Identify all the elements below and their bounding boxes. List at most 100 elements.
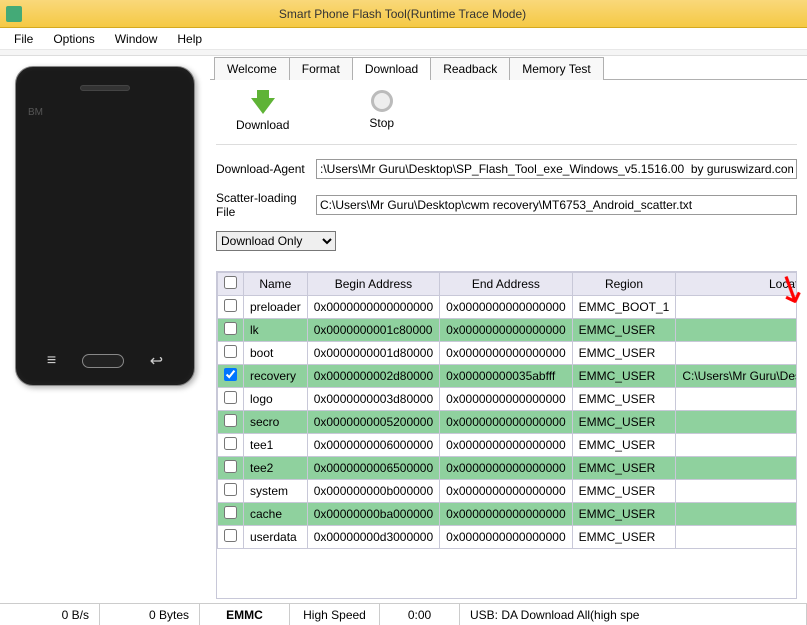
- cell-location: [676, 319, 797, 342]
- table-row[interactable]: boot0x0000000001d800000x0000000000000000…: [218, 342, 798, 365]
- cell-region: EMMC_USER: [572, 365, 676, 388]
- scatter-file-input[interactable]: [316, 195, 797, 215]
- col-begin[interactable]: Begin Address: [307, 273, 439, 296]
- download-arrow-icon: [251, 90, 275, 114]
- table-row[interactable]: tee20x00000000065000000x0000000000000000…: [218, 457, 798, 480]
- cell-region: EMMC_USER: [572, 342, 676, 365]
- window-titlebar: Smart Phone Flash Tool(Runtime Trace Mod…: [0, 0, 807, 28]
- cell-end: 0x00000000035abfff: [440, 365, 572, 388]
- row-checkbox[interactable]: [224, 506, 237, 519]
- row-checkbox[interactable]: [224, 437, 237, 450]
- cell-location: [676, 411, 797, 434]
- stop-icon: [371, 90, 393, 112]
- menu-help[interactable]: Help: [167, 29, 212, 49]
- tab-download[interactable]: Download: [352, 57, 431, 80]
- phone-home-button: [82, 354, 124, 368]
- cell-name: recovery: [244, 365, 308, 388]
- stop-button-label: Stop: [369, 116, 394, 130]
- cell-end: 0x0000000000000000: [440, 411, 572, 434]
- cell-location: [676, 434, 797, 457]
- table-row[interactable]: tee10x00000000060000000x0000000000000000…: [218, 434, 798, 457]
- tab-readback[interactable]: Readback: [430, 57, 510, 80]
- row-checkbox[interactable]: [224, 322, 237, 335]
- cell-begin: 0x0000000006500000: [307, 457, 439, 480]
- row-checkbox[interactable]: [224, 483, 237, 496]
- app-icon: [6, 6, 22, 22]
- status-bar: 0 B/s 0 Bytes EMMC High Speed 0:00 USB: …: [0, 603, 807, 625]
- col-end[interactable]: End Address: [440, 273, 572, 296]
- menu-options[interactable]: Options: [43, 29, 104, 49]
- table-row[interactable]: cache0x00000000ba0000000x000000000000000…: [218, 503, 798, 526]
- row-checkbox[interactable]: [224, 460, 237, 473]
- status-bytes: 0 Bytes: [100, 604, 200, 625]
- scatter-file-label: Scatter-loading File: [216, 191, 316, 219]
- cell-name: boot: [244, 342, 308, 365]
- download-button[interactable]: Download: [236, 90, 289, 132]
- table-row[interactable]: lk0x0000000001c800000x0000000000000000EM…: [218, 319, 798, 342]
- row-checkbox[interactable]: [224, 345, 237, 358]
- tab-welcome[interactable]: Welcome: [214, 57, 290, 80]
- phone-menu-icon: ≡: [47, 352, 56, 370]
- cell-location: [676, 388, 797, 411]
- tab-format[interactable]: Format: [289, 57, 353, 80]
- cell-end: 0x0000000000000000: [440, 319, 572, 342]
- row-checkbox[interactable]: [224, 391, 237, 404]
- cell-begin: 0x0000000003d80000: [307, 388, 439, 411]
- stop-button[interactable]: Stop: [369, 90, 394, 132]
- cell-end: 0x0000000000000000: [440, 457, 572, 480]
- cell-begin: 0x0000000001d80000: [307, 342, 439, 365]
- download-button-label: Download: [236, 118, 289, 132]
- cell-end: 0x0000000000000000: [440, 434, 572, 457]
- cell-region: EMMC_USER: [572, 526, 676, 549]
- table-row[interactable]: recovery0x0000000002d800000x00000000035a…: [218, 365, 798, 388]
- cell-name: logo: [244, 388, 308, 411]
- col-region[interactable]: Region: [572, 273, 676, 296]
- table-row[interactable]: secro0x00000000052000000x000000000000000…: [218, 411, 798, 434]
- row-checkbox[interactable]: [224, 299, 237, 312]
- cell-name: tee1: [244, 434, 308, 457]
- table-row[interactable]: logo0x0000000003d800000x0000000000000000…: [218, 388, 798, 411]
- download-agent-input[interactable]: [316, 159, 797, 179]
- cell-location: [676, 526, 797, 549]
- cell-end: 0x0000000000000000: [440, 526, 572, 549]
- cell-location: C:\Users\Mr Guru\Desktop\cwm recovery: [676, 365, 797, 388]
- row-checkbox[interactable]: [224, 529, 237, 542]
- table-row[interactable]: userdata0x00000000d30000000x000000000000…: [218, 526, 798, 549]
- cell-location: [676, 480, 797, 503]
- cell-name: tee2: [244, 457, 308, 480]
- cell-end: 0x0000000000000000: [440, 480, 572, 503]
- cell-end: 0x0000000000000000: [440, 388, 572, 411]
- cell-location: [676, 457, 797, 480]
- cell-region: EMMC_USER: [572, 457, 676, 480]
- partition-table: Name Begin Address End Address Region Lo…: [216, 271, 797, 599]
- phone-brand-label: BM: [28, 107, 43, 118]
- download-mode-select[interactable]: Download Only: [216, 231, 336, 251]
- cell-begin: 0x0000000005200000: [307, 411, 439, 434]
- col-name[interactable]: Name: [244, 273, 308, 296]
- phone-back-icon: ↩: [150, 351, 163, 371]
- cell-location: [676, 342, 797, 365]
- cell-name: system: [244, 480, 308, 503]
- row-checkbox[interactable]: [224, 414, 237, 427]
- header-checkbox[interactable]: [224, 276, 237, 289]
- cell-region: EMMC_USER: [572, 388, 676, 411]
- menu-file[interactable]: File: [4, 29, 43, 49]
- phone-mock: BM ≡ ↩: [15, 66, 195, 386]
- table-row[interactable]: system0x000000000b0000000x00000000000000…: [218, 480, 798, 503]
- status-mode: High Speed: [290, 604, 380, 625]
- cell-region: EMMC_USER: [572, 503, 676, 526]
- col-location[interactable]: Location: [676, 273, 797, 296]
- cell-begin: 0x0000000000000000: [307, 296, 439, 319]
- cell-end: 0x0000000000000000: [440, 296, 572, 319]
- cell-location: [676, 296, 797, 319]
- row-checkbox[interactable]: [224, 368, 237, 381]
- cell-begin: 0x00000000ba000000: [307, 503, 439, 526]
- menu-window[interactable]: Window: [105, 29, 168, 49]
- cell-begin: 0x0000000006000000: [307, 434, 439, 457]
- table-row[interactable]: preloader0x00000000000000000x00000000000…: [218, 296, 798, 319]
- window-title: Smart Phone Flash Tool(Runtime Trace Mod…: [28, 7, 807, 21]
- cell-name: secro: [244, 411, 308, 434]
- cell-name: userdata: [244, 526, 308, 549]
- cell-end: 0x0000000000000000: [440, 342, 572, 365]
- tab-memory-test[interactable]: Memory Test: [509, 57, 603, 80]
